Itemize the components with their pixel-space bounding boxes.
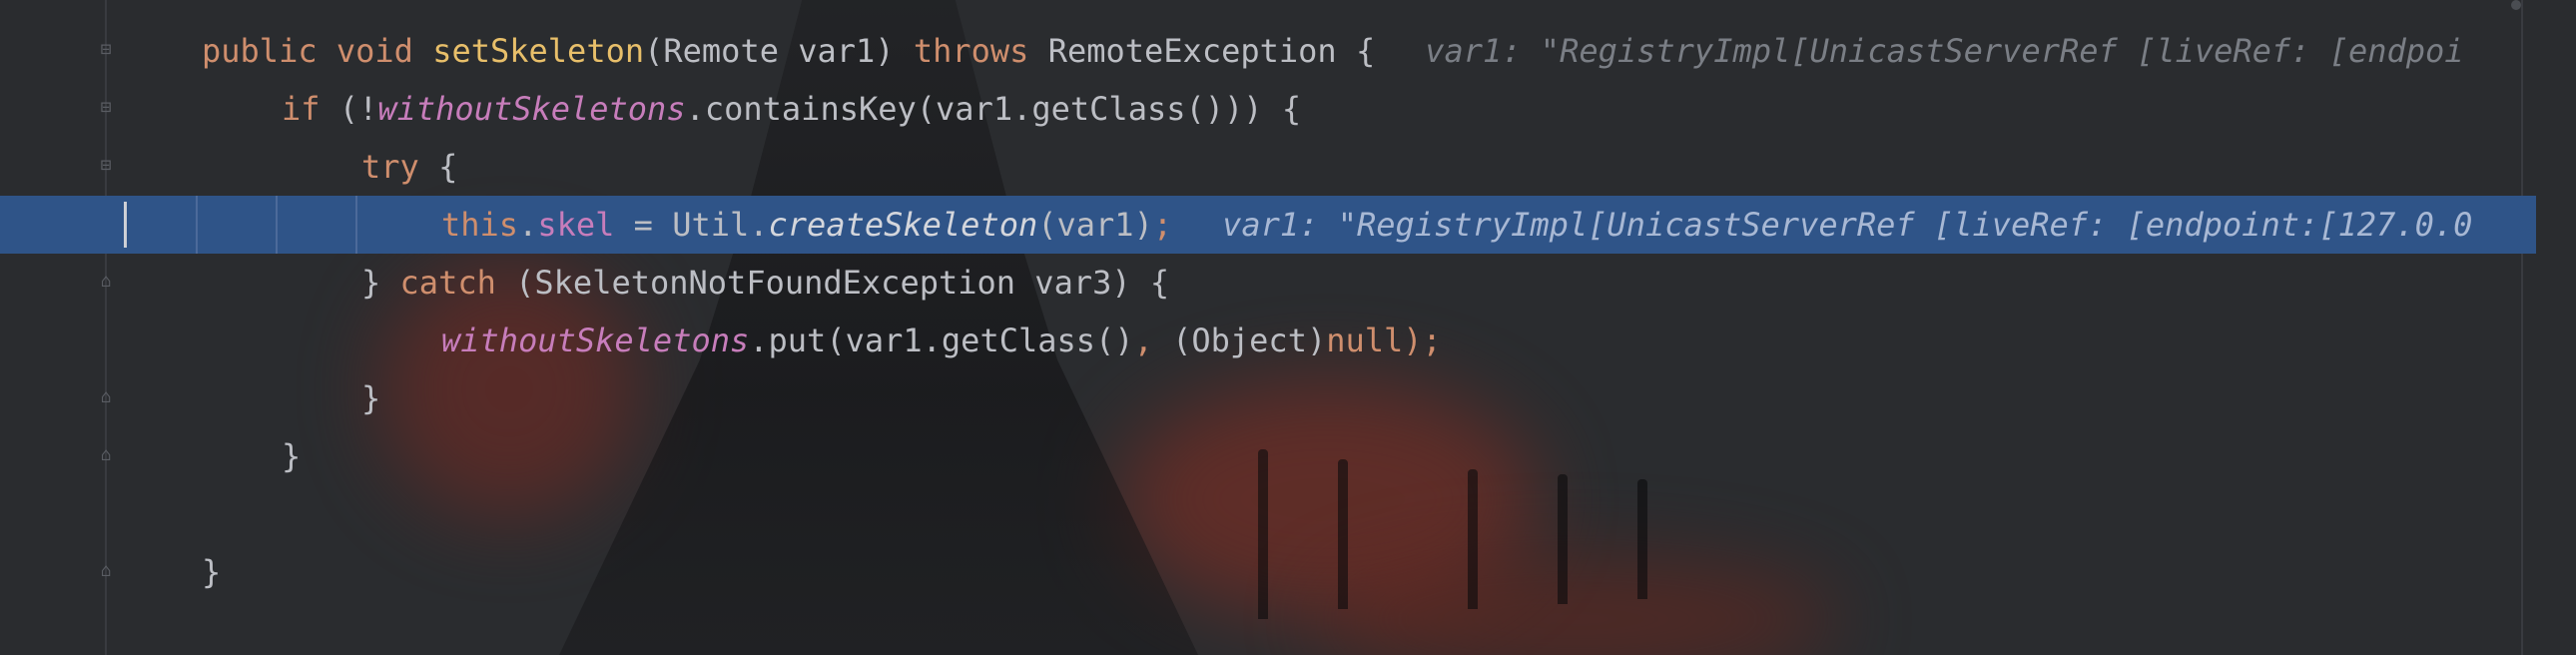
code-token: RemoteException { [1047,32,1376,70]
code-token: ; [1152,206,1173,244]
code-token: this [441,206,519,244]
code-line[interactable]: public void setSkeleton(Remote var1) thr… [0,22,2536,80]
code-text[interactable]: } [282,427,301,485]
code-token: setSkeleton [432,32,645,70]
code-line[interactable]: } [0,369,2536,427]
code-token: = Util. [614,206,769,244]
code-token: } [361,264,400,302]
code-text[interactable]: try { [361,138,457,196]
code-token: throws [913,32,1048,70]
inline-debug-value-hint[interactable]: var1: "RegistryImpl[UnicastServerRef [li… [1425,32,2463,70]
code-text[interactable]: } catch (SkeletonNotFoundException var3)… [361,254,1169,312]
text-caret [124,202,127,248]
code-editor[interactable]: ⊟ ⊟ ⊟ ⌂ ⌂ ⌂ ⌂ public void setSkeleton(Re… [0,0,2576,655]
code-token: try [361,148,439,186]
code-token: (SkeletonNotFoundException var3) { [515,264,1170,302]
code-token: (Remote var1) [644,32,914,70]
code-text[interactable]: public void setSkeleton(Remote var1) thr… [202,22,2464,80]
code-text[interactable]: } [361,369,380,427]
code-token: (! [338,90,378,128]
code-token: null [1326,322,1404,359]
code-token: withoutSkeletons [377,90,686,128]
code-token: skel [537,206,615,244]
code-token: , [1133,322,1173,359]
code-token: catch [399,264,516,302]
code-token: . [518,206,538,244]
code-line[interactable]: } [0,543,2536,601]
code-line-current[interactable]: this.skel = Util.createSkeleton(var1); va… [0,196,2536,254]
code-text[interactable]: if (!withoutSkeletons.containsKey(var1.g… [282,80,1301,138]
code-token: .containsKey(var1.getClass())) { [685,90,1302,128]
code-line[interactable] [0,485,2536,543]
code-token: (var1) [1037,206,1153,244]
code-token: } [361,379,381,417]
code-line[interactable]: } catch (SkeletonNotFoundException var3)… [0,254,2536,312]
code-text[interactable]: this.skel = Util.createSkeleton(var1); va… [441,196,2472,254]
code-token: createSkeleton [768,206,1038,244]
indent-guide [196,196,198,254]
code-token: withoutSkeletons [441,322,750,359]
code-line[interactable]: if (!withoutSkeletons.containsKey(var1.g… [0,80,2536,138]
code-token: ); [1403,322,1442,359]
code-token: .put(var1.getClass() [749,322,1134,359]
code-line[interactable]: try { [0,138,2536,196]
code-line[interactable]: withoutSkeletons.put(var1.getClass(), (O… [0,312,2536,369]
code-token: (Object) [1172,322,1327,359]
code-token: { [438,148,458,186]
indent-guide [276,196,278,254]
code-line[interactable]: } [0,427,2536,485]
code-token: } [282,437,302,475]
inline-debug-value-hint[interactable]: var1: "RegistryImpl[UnicastServerRef [li… [1222,206,2472,244]
scrollbar-indicator[interactable] [2511,0,2521,10]
indent-guide [355,196,357,254]
code-token: if [282,90,339,128]
code-token: public [202,32,336,70]
code-token: } [202,553,222,591]
code-text[interactable]: } [202,543,221,601]
code-text[interactable]: withoutSkeletons.put(var1.getClass(), (O… [441,312,1442,369]
code-token: void [335,32,433,70]
